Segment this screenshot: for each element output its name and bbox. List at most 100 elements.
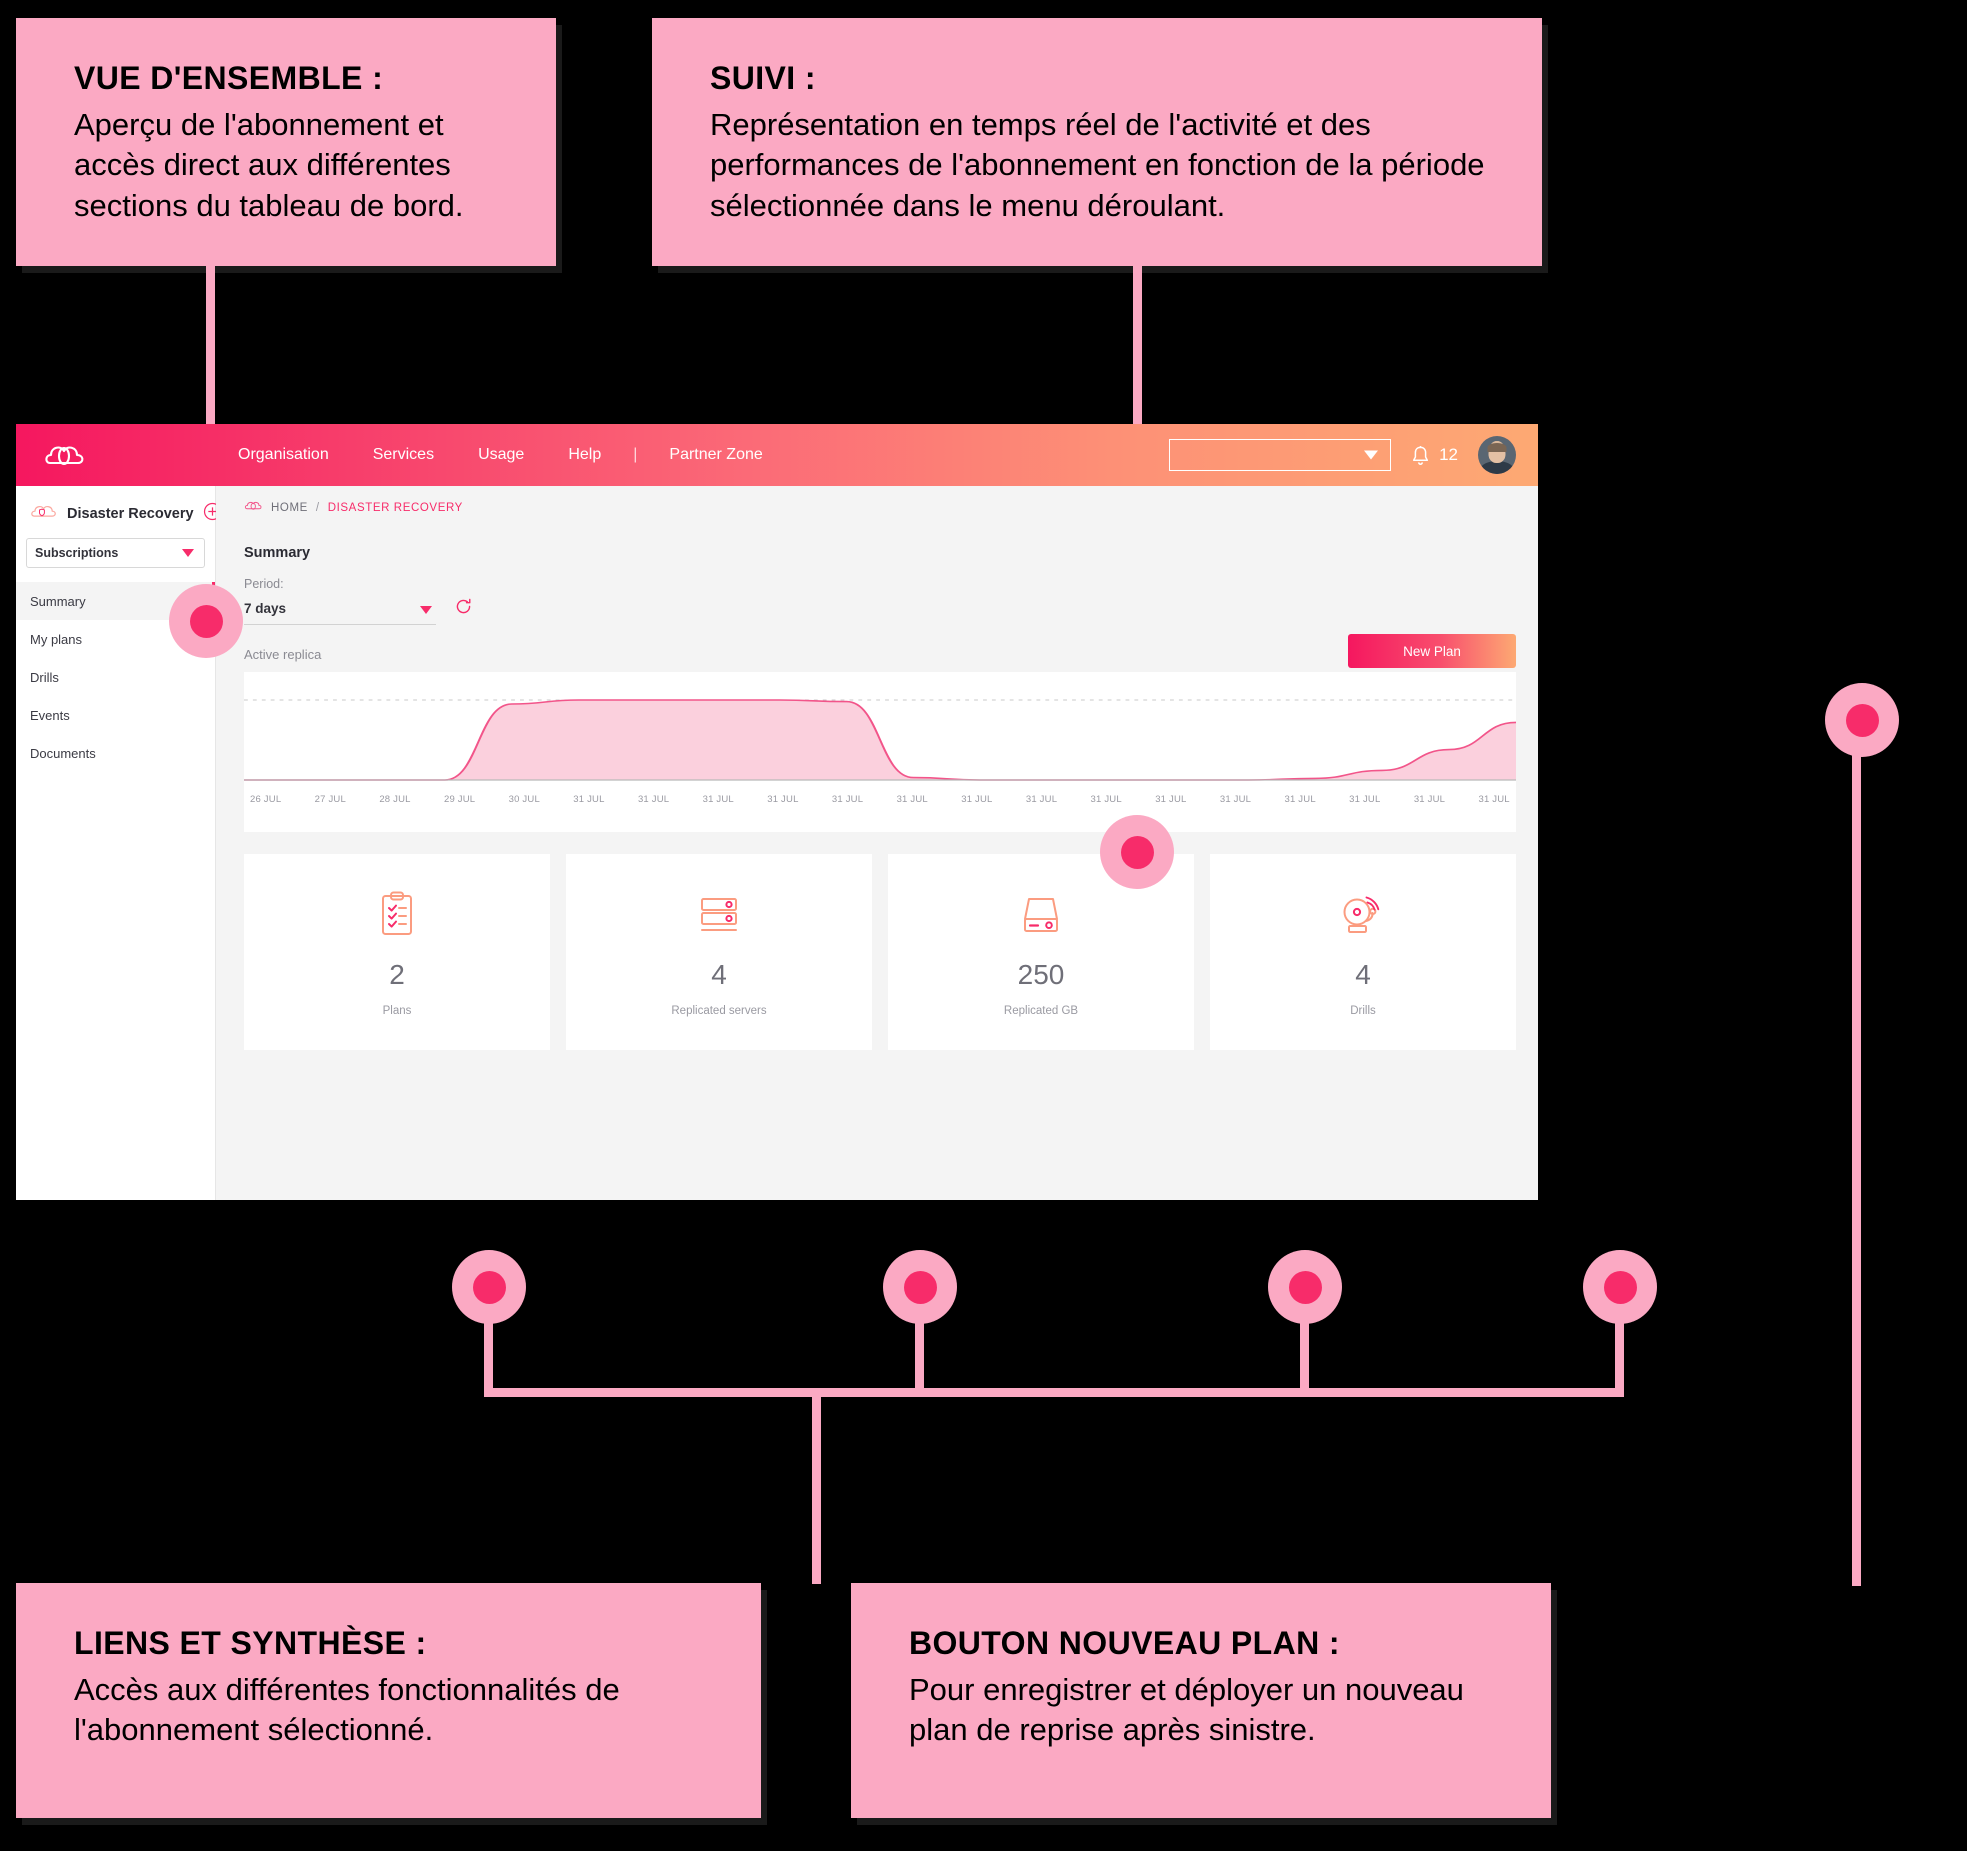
- chart-x-tick: 31 JUL: [1090, 794, 1122, 805]
- period-select[interactable]: 7 days: [244, 601, 436, 625]
- app-body: Disaster Recovery Subscriptions Summary: [16, 486, 1538, 1200]
- stat-card-value: 2: [389, 959, 405, 990]
- nav-link-organisation[interactable]: Organisation: [216, 446, 351, 464]
- sidebar-item-label: Documents: [30, 745, 96, 761]
- callout-monitoring-title: SUIVI :: [710, 60, 816, 96]
- avatar[interactable]: [1478, 436, 1516, 474]
- stat-card-value: 4: [1355, 959, 1371, 990]
- callout-overview: VUE D'ENSEMBLE : Aperçu de l'abonnement …: [16, 18, 556, 266]
- page-title: Summary: [244, 545, 311, 561]
- callout-newplan-title: BOUTON NOUVEAU PLAN :: [909, 1625, 1340, 1661]
- sidebar-item-documents[interactable]: Documents: [16, 734, 215, 772]
- hotspot-newplan: [1825, 683, 1899, 757]
- hotspot-dot: [189, 604, 223, 638]
- stat-card-replicated-servers[interactable]: 4 Replicated servers: [566, 854, 872, 1050]
- breadcrumb-current: DISASTER RECOVERY: [327, 501, 463, 514]
- callout-overview-body: Aperçu de l'abonnement et accès direct a…: [74, 106, 464, 223]
- chart-x-tick: 31 JUL: [831, 794, 864, 805]
- nav-link-services[interactable]: Services: [351, 446, 456, 464]
- context-selector[interactable]: [1169, 439, 1392, 471]
- chart-x-tick: 31 JUL: [573, 794, 605, 805]
- nav-right-group: 12: [1169, 436, 1538, 474]
- cloud-icon: [244, 500, 263, 515]
- chart-x-tick: 31 JUL: [637, 794, 670, 805]
- stat-card-value: 250: [1017, 959, 1065, 990]
- annotated-screenshot: VUE D'ENSEMBLE : Aperçu de l'abonnement …: [0, 0, 1967, 1851]
- chart-x-tick: 31 JUL: [1155, 794, 1187, 805]
- chart-x-tick: 31 JUL: [1219, 794, 1252, 805]
- active-replica-chart[interactable]: 26 JUL 27 JUL 28 JUL 29 JUL 30 JUL 31 JUL 31 J…: [244, 672, 1516, 832]
- stat-card-caption: Plans: [382, 1005, 412, 1017]
- notification-count: 12: [1439, 445, 1458, 464]
- nav-link-help[interactable]: Help: [546, 446, 623, 464]
- subscriptions-select[interactable]: Subscriptions: [26, 538, 205, 568]
- nav-links: Organisation Services Usage Help | Partn…: [216, 446, 785, 464]
- chart-x-tick: 30 JUL: [508, 794, 540, 805]
- chart-x-tick: 27 JUL: [314, 794, 346, 805]
- chart-x-tick: 31 JUL: [1025, 794, 1058, 805]
- callout-links: LIENS ET SYNTHÈSE : Accès aux différente…: [16, 1583, 761, 1818]
- nav-link-partner-zone[interactable]: Partner Zone: [647, 446, 784, 464]
- server-rack-icon: [695, 887, 743, 943]
- hard-drive-icon: [1016, 887, 1066, 943]
- chart-x-tick: 31 JUL: [767, 794, 799, 805]
- callout-monitoring-body: Représentation en temps réel de l'activi…: [710, 106, 1485, 223]
- hotspot-card-gb: [1268, 1250, 1342, 1324]
- callout-monitoring: SUIVI : Représentation en temps réel de …: [652, 18, 1542, 266]
- sidebar-header: Disaster Recovery: [16, 486, 221, 538]
- chart-x-tick: 31 JUL: [1478, 794, 1510, 805]
- chart-x-tick: 31 JUL: [896, 794, 928, 805]
- nav-link-usage[interactable]: Usage: [456, 446, 546, 464]
- stat-card-caption: Replicated servers: [671, 1005, 767, 1017]
- clipboard-checklist-icon: [377, 887, 417, 943]
- alarm-bell-icon: [1337, 887, 1389, 943]
- cloud-shield-icon: [30, 503, 58, 526]
- stat-card-plans[interactable]: 2 Plans: [244, 854, 550, 1050]
- refresh-icon: [456, 598, 471, 614]
- sidebar-item-events[interactable]: Events: [16, 696, 215, 734]
- refresh-button[interactable]: [454, 597, 473, 625]
- connector-newplan: [1852, 720, 1861, 1586]
- sidebar-item-label: Summary: [30, 593, 86, 609]
- sidebar-item-drills[interactable]: Drills: [16, 658, 215, 696]
- sidebar-item-label: Events: [30, 707, 70, 723]
- stat-cards: 2 Plans 4 Replicated servers 250 Replica…: [244, 854, 1516, 1050]
- hotspot-dot: [1288, 1270, 1322, 1304]
- callout-links-body: Accès aux différentes fonctionnalités de…: [74, 1671, 620, 1748]
- callout-links-title: LIENS ET SYNTHÈSE :: [74, 1625, 427, 1661]
- cloud-logo-icon[interactable]: [16, 442, 216, 468]
- notifications-button[interactable]: 12: [1411, 445, 1458, 466]
- chart-label: Active replica: [244, 647, 322, 662]
- chart-x-tick: 31 JUL: [1284, 794, 1316, 805]
- connector-cards-horizontal: [484, 1388, 1624, 1397]
- stat-card-value: 4: [711, 959, 727, 990]
- sidebar-service-title: Disaster Recovery: [67, 506, 194, 522]
- chart-x-tick: 31 JUL: [1349, 794, 1381, 805]
- subscriptions-select-value: Subscriptions: [35, 546, 119, 560]
- hotspot-dot: [1120, 835, 1154, 869]
- period-row: 7 days: [244, 597, 1516, 625]
- hotspot-card-drills: [1583, 1250, 1657, 1324]
- chevron-down-icon: [182, 549, 194, 557]
- hotspot-sidebar: [169, 584, 243, 658]
- chart-x-tick: 29 JUL: [443, 794, 476, 805]
- period-select-value: 7 days: [244, 601, 287, 616]
- breadcrumb-home[interactable]: HOME: [271, 502, 308, 514]
- chart-x-tick: 26 JUL: [250, 794, 282, 805]
- chart-x-axis: 26 JUL 27 JUL 28 JUL 29 JUL 30 JUL 31 JUL 31 J…: [244, 794, 1516, 805]
- avatar-hair: [1487, 443, 1507, 453]
- callout-overview-title: VUE D'ENSEMBLE :: [74, 60, 384, 96]
- chart-area-svg: [244, 699, 1516, 781]
- connector-links-trunk: [812, 1388, 821, 1584]
- callout-newplan-body: Pour enregistrer et déployer un nouveau …: [909, 1671, 1464, 1748]
- top-navigation-bar: Organisation Services Usage Help | Partn…: [16, 424, 1538, 486]
- chevron-down-icon: [1364, 450, 1379, 460]
- hotspot-card-plans: [452, 1250, 526, 1324]
- callout-newplan: BOUTON NOUVEAU PLAN : Pour enregistrer e…: [851, 1583, 1551, 1818]
- stat-card-drills[interactable]: 4 Drills: [1210, 854, 1516, 1050]
- new-plan-button[interactable]: New Plan: [1348, 634, 1516, 668]
- hotspot-dot: [903, 1270, 937, 1304]
- breadcrumb-separator: /: [315, 501, 320, 514]
- context-selector-value: [1170, 441, 1180, 456]
- hotspot-dot: [1845, 703, 1879, 737]
